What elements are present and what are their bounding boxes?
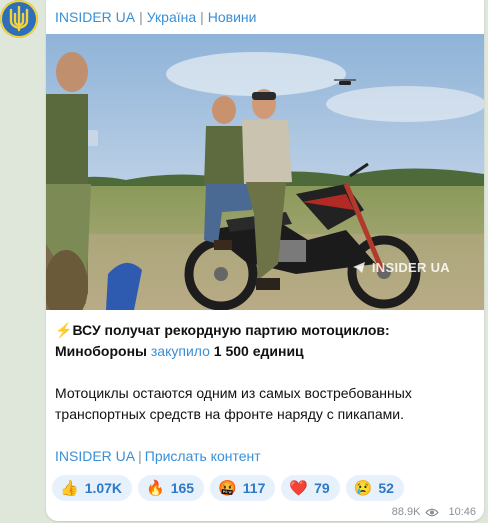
message-meta: 88.9K 10:46 bbox=[392, 506, 476, 518]
trident-icon bbox=[9, 6, 29, 32]
channel-header[interactable]: INSIDER UA | Україна | Новини bbox=[46, 0, 484, 34]
telegram-plane-icon bbox=[352, 262, 365, 273]
message-time: 10:46 bbox=[448, 506, 476, 518]
reaction-fire[interactable]: 🔥 165 bbox=[138, 475, 205, 501]
fire-icon: 🔥 bbox=[146, 479, 165, 497]
post-text: ⚡️ВСУ получат рекордную партию мотоцикло… bbox=[46, 310, 484, 467]
angry-face-icon: 🤬 bbox=[218, 479, 237, 497]
post-paragraph: Мотоциклы остаются одним из самых востре… bbox=[55, 385, 412, 422]
title-link[interactable]: закупило bbox=[151, 343, 210, 359]
channel-link[interactable]: INSIDER UA bbox=[55, 448, 135, 464]
thumbs-up-icon: 👍 bbox=[60, 479, 79, 497]
post-footer-links: INSIDER UA | Прислать контент bbox=[55, 448, 261, 464]
eye-icon bbox=[425, 508, 440, 516]
message-bubble: INSIDER UA | Україна | Новини INSIDER UA… bbox=[46, 0, 484, 521]
channel-tag-1[interactable]: Україна bbox=[147, 9, 196, 25]
heart-icon: ❤️ bbox=[289, 479, 309, 497]
crying-face-icon: 😢 bbox=[353, 479, 373, 497]
channel-avatar[interactable] bbox=[0, 0, 38, 38]
reaction-heart[interactable]: ❤️ 79 bbox=[281, 475, 340, 501]
view-count: 88.9K bbox=[391, 506, 421, 518]
channel-name[interactable]: INSIDER UA bbox=[55, 9, 135, 25]
reaction-thumbs-up[interactable]: 👍 1.07K bbox=[52, 475, 133, 501]
reaction-angry[interactable]: 🤬 117 bbox=[210, 475, 276, 501]
post-title: ⚡️ВСУ получат рекордную партию мотоцикло… bbox=[55, 322, 390, 359]
channel-tag-2[interactable]: Новини bbox=[208, 9, 257, 25]
post-photo[interactable]: INSIDER UA bbox=[46, 34, 484, 310]
reaction-crying[interactable]: 😢 52 bbox=[345, 475, 404, 501]
submit-content-link[interactable]: Прислать контент bbox=[145, 448, 261, 464]
reactions-bar: 👍 1.07K 🔥 165 🤬 117 ❤️ 79 😢 52 bbox=[52, 475, 404, 501]
photo-watermark: INSIDER UA bbox=[352, 260, 450, 275]
